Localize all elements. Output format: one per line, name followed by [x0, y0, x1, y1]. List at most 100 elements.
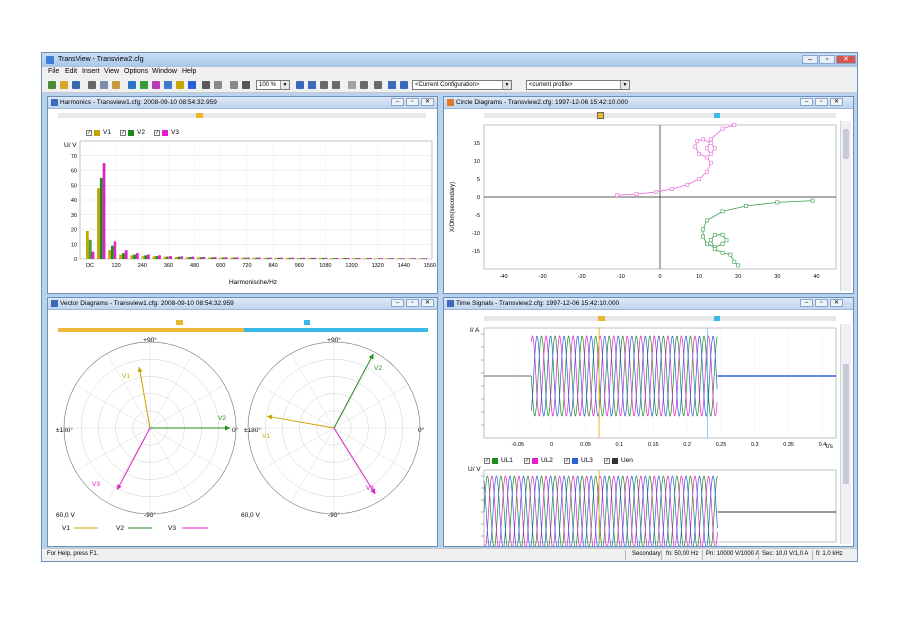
vector-title-bar[interactable]: Vector Diagrams - Transview1.cfg: 2008-0… [48, 298, 437, 310]
circle-title: Circle Diagrams - Transview2.cfg: 1997-1… [456, 99, 628, 106]
menu-view[interactable]: View [104, 68, 119, 75]
ruler-marker[interactable] [714, 113, 720, 118]
scrollbar-thumb[interactable] [843, 364, 849, 484]
bar-v3 [246, 257, 250, 259]
time-title-bar[interactable]: Time Signals - Transview2.cfg: 1997-12-0… [444, 298, 853, 310]
y-axis-icon[interactable] [348, 81, 356, 89]
menu-insert[interactable]: Insert [82, 68, 100, 75]
y-tick-label: 0 [477, 195, 480, 201]
vector-bar-left [58, 328, 244, 332]
minimize-button[interactable]: – [802, 55, 818, 64]
panel-maximize-button[interactable]: ▫ [815, 98, 828, 106]
bar-v2 [355, 258, 358, 259]
time-signal-icon[interactable] [164, 81, 172, 89]
circle-scrollbar[interactable] [840, 121, 851, 291]
trajectory-point [697, 151, 702, 156]
bar-v1 [108, 250, 111, 259]
time-ruler[interactable] [484, 316, 836, 321]
bar-v3 [391, 258, 394, 259]
panel-close-button[interactable]: ✕ [421, 98, 434, 106]
menu-options[interactable]: Options [124, 68, 148, 75]
zoom-icon[interactable] [242, 81, 250, 89]
polar-spoke [290, 353, 335, 429]
table-icon[interactable] [188, 81, 196, 89]
new-icon[interactable] [48, 81, 56, 89]
panel-close-button[interactable]: ✕ [830, 98, 843, 106]
configuration-select[interactable]: <Current Configuration> ▼ [412, 80, 512, 90]
zoom-select[interactable]: 100 % ▼ [256, 80, 290, 90]
menu-file[interactable]: File [48, 68, 59, 75]
v2-checkbox[interactable]: ✓ [120, 130, 126, 136]
circle-title-bar[interactable]: Circle Diagrams - Transview2.cfg: 1997-1… [444, 97, 853, 109]
trajectory-point [705, 169, 709, 174]
ruler-marker[interactable] [598, 316, 605, 321]
harmonics-ruler[interactable] [58, 113, 426, 118]
panel-maximize-button[interactable]: ▫ [406, 98, 419, 106]
harmonics-icon[interactable] [128, 81, 136, 89]
polar-spoke [259, 427, 335, 472]
measure-icon[interactable] [320, 81, 328, 89]
paste-icon[interactable] [112, 81, 120, 89]
trajectory-point [693, 144, 698, 149]
bar-v2 [210, 257, 214, 259]
vector-icon[interactable] [152, 81, 160, 89]
open-icon[interactable] [60, 81, 68, 89]
trajectory-point [701, 227, 705, 232]
vector-bar-right [244, 328, 428, 332]
close-button[interactable]: ✕ [836, 55, 856, 64]
cursor2-icon[interactable] [308, 81, 316, 89]
ruler-marker[interactable] [304, 320, 310, 325]
lock-icon[interactable] [360, 81, 368, 89]
circle-ruler[interactable] [484, 113, 836, 118]
panel-close-button[interactable]: ✕ [421, 299, 434, 307]
chevron-down-icon: ▼ [620, 81, 629, 89]
cursor1-icon[interactable] [296, 81, 304, 89]
menu-help[interactable]: Help [182, 68, 196, 75]
circle-diagram-icon [447, 99, 454, 106]
maximize-button[interactable]: ▫ [819, 55, 835, 64]
panel-maximize-button[interactable]: ▫ [815, 299, 828, 307]
panel-close-button[interactable]: ✕ [830, 299, 843, 307]
profile-select[interactable]: <current profile> ▼ [526, 80, 630, 90]
panel-minimize-button[interactable]: – [391, 98, 404, 106]
panel-minimize-button[interactable]: – [800, 299, 813, 307]
ruler-marker[interactable] [176, 320, 183, 325]
export-icon[interactable] [388, 81, 396, 89]
grid-icon[interactable] [374, 81, 382, 89]
save-icon[interactable] [72, 81, 80, 89]
circle-icon[interactable] [140, 81, 148, 89]
panel-minimize-button[interactable]: – [391, 299, 404, 307]
zoom-fit-icon[interactable] [230, 81, 238, 89]
chart-icon[interactable] [176, 81, 184, 89]
polar-spoke [333, 427, 409, 472]
bar-v1 [274, 257, 278, 259]
print-icon[interactable] [202, 81, 210, 89]
ruler-marker[interactable] [714, 316, 720, 321]
v3-checkbox[interactable]: ✓ [154, 130, 160, 136]
time-scrollbar[interactable] [840, 324, 851, 544]
panel-maximize-button[interactable]: ▫ [406, 299, 419, 307]
cut-icon[interactable] [88, 81, 96, 89]
bar-v3 [313, 257, 317, 259]
copy-icon[interactable] [100, 81, 108, 89]
settings-icon[interactable] [214, 81, 222, 89]
menu-edit[interactable]: Edit [65, 68, 77, 75]
panel-minimize-button[interactable]: – [800, 98, 813, 106]
ruler-marker[interactable] [196, 113, 203, 118]
marker-icon[interactable] [332, 81, 340, 89]
title-bar[interactable]: TransView - Transview2.cfg – ▫ ✕ [42, 53, 857, 67]
x-tick-label: -10 [617, 274, 625, 280]
polar-spoke [149, 384, 225, 429]
x-tick-label: DC [86, 263, 94, 269]
info-icon[interactable] [400, 81, 408, 89]
menu-window[interactable]: Window [152, 68, 177, 75]
v1-checkbox[interactable]: ✓ [86, 130, 92, 136]
scrollbar-thumb[interactable] [843, 129, 849, 159]
phasor-label: V1 [122, 373, 130, 380]
bar-v3 [180, 256, 184, 259]
harmonics-title-bar[interactable]: Harmonics - Transview1.cfg: 2008-09-10 0… [48, 97, 437, 109]
ruler-marker[interactable] [597, 112, 604, 119]
chevron-down-icon: ▼ [502, 81, 511, 89]
trajectory-point [732, 123, 737, 127]
menu-bar: File Edit Insert View Options Window Hel… [42, 67, 857, 78]
